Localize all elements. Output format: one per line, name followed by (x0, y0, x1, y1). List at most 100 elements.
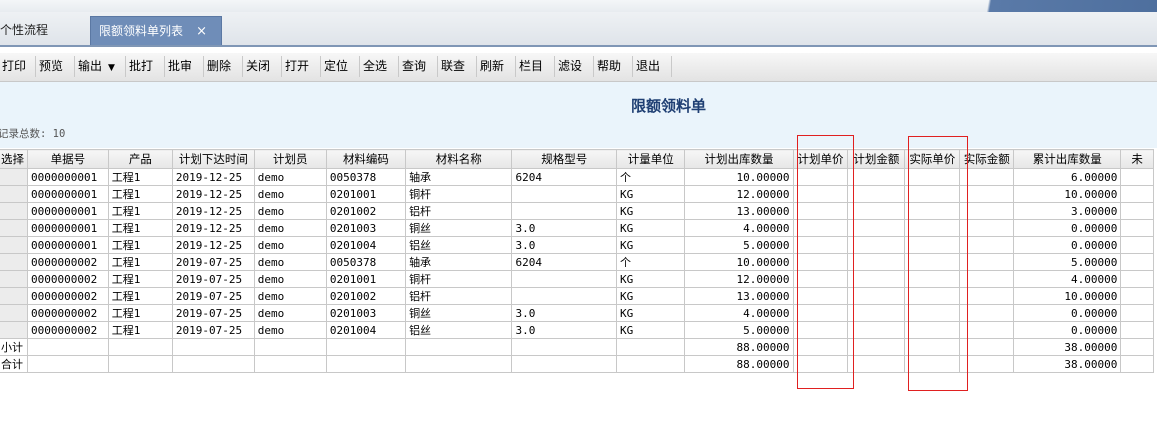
record-count-label: 记录总数: (0, 128, 47, 140)
table-row[interactable]: 0000000001 工程1 2019-12-25 demo 0201004 铝丝 3.0 K… (0, 236, 1154, 254)
table-row[interactable]: 0000000002 工程1 2019-07-25 demo 0050378 轴承 6204… (0, 253, 1154, 271)
table-row[interactable]: 0000000002 工程1 2019-07-25 demo 0201002 铝杆 KG 13… (0, 287, 1154, 305)
filter-settings-button[interactable]: 滤设 (556, 56, 594, 77)
row-select-cell[interactable] (0, 219, 28, 237)
col-header-planned-qty[interactable]: 计划出库数量 (684, 149, 794, 169)
table-cell: 0.00000 (1013, 321, 1122, 339)
row-select-cell[interactable] (0, 168, 28, 186)
table-cell: 工程1 (107, 219, 173, 237)
table-cell: 13.00000 (684, 287, 794, 305)
open-button[interactable]: 打开 (283, 56, 321, 77)
table-cell (107, 338, 173, 356)
table-cell: KG (615, 202, 686, 220)
col-header-planner[interactable]: 计划员 (253, 149, 327, 169)
table-cell: 0000000002 (27, 321, 109, 339)
subtotal-row: 小计 88.00000 38.00000 (0, 338, 1154, 356)
table-cell: 工程1 (107, 202, 173, 220)
table-cell: 13.00000 (684, 202, 794, 220)
table-cell (325, 355, 407, 373)
chevron-down-icon[interactable]: ▼ (108, 63, 115, 73)
row-select-cell[interactable] (0, 202, 28, 220)
exit-button[interactable]: 退出 (634, 56, 672, 77)
select-all-button[interactable]: 全选 (361, 56, 399, 77)
locate-button[interactable]: 定位 (322, 56, 360, 77)
table-cell: 0000000002 (27, 304, 109, 322)
table-cell: 10.00000 (684, 168, 794, 186)
table-cell: demo (253, 185, 327, 203)
table-cell: 0.00000 (1013, 236, 1122, 254)
close-button[interactable]: 关闭 (244, 56, 282, 77)
table-row[interactable]: 0000000001 工程1 2019-12-25 demo 0050378 轴承 6204… (0, 168, 1154, 186)
table-cell (1120, 253, 1154, 271)
batch-print-button[interactable]: 批打 (127, 56, 165, 77)
delete-button[interactable]: 删除 (205, 56, 243, 77)
table-cell: 2019-07-25 (171, 321, 255, 339)
col-header-spec[interactable]: 规格型号 (511, 149, 617, 169)
table-cell: demo (253, 236, 327, 254)
table-cell (847, 304, 906, 322)
table-cell: 0050378 (325, 253, 407, 271)
col-header-remaining[interactable]: 未 (1120, 149, 1154, 169)
table-cell (847, 202, 906, 220)
col-header-doc-no[interactable]: 单据号 (27, 149, 109, 169)
tab-label: 个性流程 (0, 23, 49, 37)
col-header-cumulative-qty[interactable]: 累计出库数量 (1013, 149, 1122, 169)
table-row[interactable]: 0000000002 工程1 2019-07-25 demo 0201004 铝丝 3.0 K… (0, 321, 1154, 339)
summary-label: 合计 (0, 355, 28, 373)
row-select-cell[interactable] (0, 304, 28, 322)
tab-custom-flow[interactable]: 个性流程 (0, 16, 84, 45)
total-row: 合计 88.00000 38.00000 (0, 355, 1154, 373)
table-row[interactable]: 0000000002 工程1 2019-07-25 demo 0201001 铜杆 KG 12… (0, 270, 1154, 288)
refresh-button[interactable]: 刷新 (478, 56, 516, 77)
table-cell: 工程1 (107, 185, 173, 203)
table-row[interactable]: 0000000002 工程1 2019-07-25 demo 0201003 铜丝 3.0 K… (0, 304, 1154, 322)
query-button[interactable]: 查询 (400, 56, 438, 77)
table-cell (511, 270, 617, 288)
row-select-cell[interactable] (0, 270, 28, 288)
col-header-material-code[interactable]: 材料编码 (325, 149, 407, 169)
row-select-cell[interactable] (0, 321, 28, 339)
table-row[interactable]: 0000000001 工程1 2019-12-25 demo 0201001 铜杆 KG 12… (0, 185, 1154, 203)
table-cell: KG (615, 185, 686, 203)
table-row[interactable]: 0000000001 工程1 2019-12-25 demo 0201003 铜丝 3.0 K… (0, 219, 1154, 237)
table-header-row: 选择 单据号 产品 计划下达时间 计划员 材料编码 材料名称 规格型号 计量单位… (0, 149, 1154, 169)
table-cell: 12.00000 (684, 270, 794, 288)
col-header-plan-date[interactable]: 计划下达时间 (171, 149, 255, 169)
table-cell: 10.00000 (1013, 185, 1122, 203)
col-header-product[interactable]: 产品 (107, 149, 173, 169)
table-row[interactable]: 0000000001 工程1 2019-12-25 demo 0201002 铝杆 KG 13… (0, 202, 1154, 220)
help-button[interactable]: 帮助 (595, 56, 633, 77)
table-cell: 0050378 (325, 168, 407, 186)
col-header-unit[interactable]: 计量单位 (615, 149, 686, 169)
table-cell: 0000000001 (27, 202, 109, 220)
row-select-cell[interactable] (0, 287, 28, 305)
export-button[interactable]: 输出 ▼ (76, 56, 126, 77)
table-cell (27, 338, 109, 356)
summary-planned-qty: 88.00000 (684, 355, 794, 373)
table-cell: 0201003 (325, 219, 407, 237)
row-select-cell[interactable] (0, 236, 28, 254)
row-select-cell[interactable] (0, 253, 28, 271)
table-cell: 0.00000 (1013, 304, 1122, 322)
col-header-planned-amount[interactable]: 计划金额 (847, 149, 906, 169)
table-cell (847, 321, 906, 339)
report-title: 限额领料单 (630, 97, 706, 115)
summary-planned-qty: 88.00000 (684, 338, 794, 356)
requisition-table: 选择 单据号 产品 计划下达时间 计划员 材料编码 材料名称 规格型号 计量单位… (0, 149, 1154, 373)
close-icon[interactable]: × (196, 17, 207, 46)
columns-button[interactable]: 栏目 (517, 56, 555, 77)
row-select-cell[interactable] (0, 185, 28, 203)
batch-approve-button[interactable]: 批审 (166, 56, 204, 77)
col-header-material-name[interactable]: 材料名称 (405, 149, 513, 169)
print-button[interactable]: 打印 (0, 56, 36, 77)
table-cell (847, 287, 906, 305)
table-cell (405, 355, 513, 373)
link-query-button[interactable]: 联查 (439, 56, 477, 77)
table-cell: 6204 (511, 168, 617, 186)
col-header-select[interactable]: 选择 (0, 149, 28, 169)
table-cell: KG (615, 321, 686, 339)
table-cell: 0201002 (325, 287, 407, 305)
brand-swoosh (897, 0, 1157, 12)
tab-limit-requisition-list[interactable]: 限额领料单列表 × (90, 16, 222, 45)
preview-button[interactable]: 预览 (37, 56, 75, 77)
